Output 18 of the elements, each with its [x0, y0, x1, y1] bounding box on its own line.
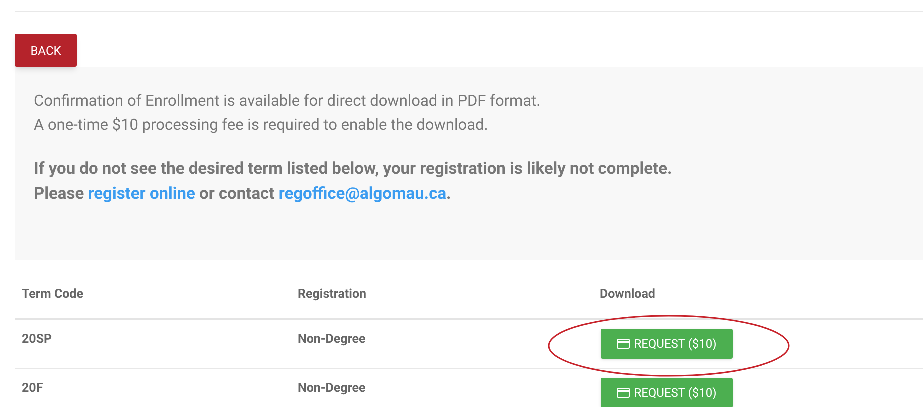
warning-text: If you do not see the desired term listed below, your registration is likely not complete.	[34, 159, 674, 181]
column-header: Term Code	[22, 286, 84, 304]
credit-card-icon	[617, 339, 630, 349]
column-header: Download	[600, 286, 656, 304]
term-code-cell-text: 20SP	[22, 330, 54, 349]
registration-cell-text: Non-Degree	[298, 330, 367, 349]
email-link[interactable]: regoffice@algomau.ca	[278, 185, 447, 204]
credit-card-icon	[617, 388, 630, 398]
request-button[interactable]: REQUEST ($10)	[601, 378, 733, 407]
back-button[interactable]: BACK	[15, 34, 77, 67]
contact-text: Please register online or contact regoffice@algomau.ca.	[34, 184, 452, 206]
registration-cell-text: Non-Degree	[298, 380, 367, 398]
register-online-link[interactable]: register online	[88, 185, 196, 204]
notice-text: A one-time $10 processing fee is required to enable the download.	[34, 115, 490, 136]
request-button[interactable]: REQUEST ($10)	[601, 329, 733, 359]
column-header: Registration	[298, 286, 368, 304]
term-code-cell-text: 20F	[22, 380, 44, 398]
notice-text: Confirmation of Enrollment is available for direct download in PDF format.	[34, 91, 542, 112]
